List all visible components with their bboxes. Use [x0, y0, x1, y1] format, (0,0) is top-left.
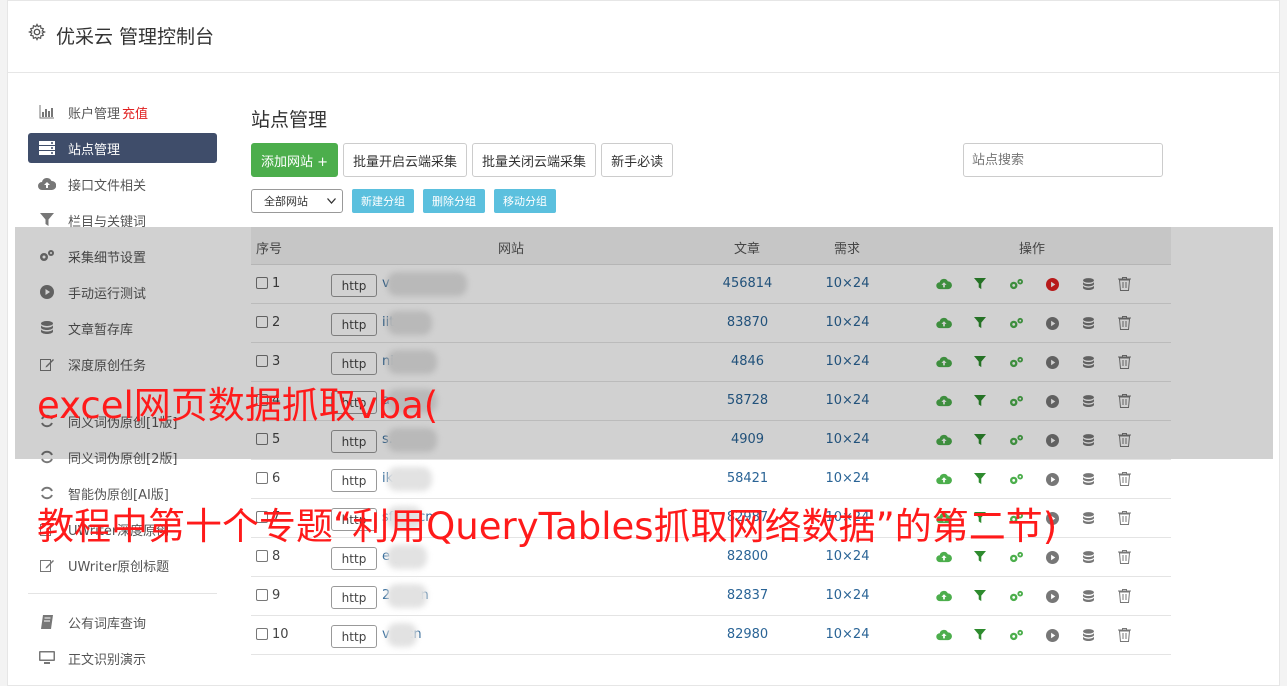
filter-icon: [38, 212, 56, 228]
book-icon: [38, 614, 56, 630]
redaction-blur: [387, 584, 427, 608]
gears-icon[interactable]: [1008, 549, 1024, 565]
article-count[interactable]: 82800: [711, 549, 784, 564]
database-icon[interactable]: [1080, 549, 1096, 565]
protocol-button[interactable]: http: [331, 547, 377, 570]
gear-icon: [28, 23, 46, 41]
sidebar-item-account[interactable]: 账户管理 充值: [28, 97, 217, 127]
new-group-button[interactable]: 新建分组: [352, 189, 414, 213]
redaction-blur: [387, 467, 432, 491]
play-circle-icon[interactable]: [1044, 549, 1060, 565]
database-icon[interactable]: [1080, 510, 1096, 526]
cloud-upload-icon: [38, 176, 56, 192]
database-icon[interactable]: [1080, 627, 1096, 643]
play-circle-icon[interactable]: [1044, 471, 1060, 487]
table-row: 6http ik.cn5842110×24: [251, 460, 1171, 499]
protocol-button[interactable]: http: [331, 625, 377, 648]
batch-enable-button[interactable]: 批量开启云端采集: [343, 143, 468, 177]
sidebar-item-label: 账户管理: [68, 106, 121, 122]
delete-group-button[interactable]: 删除分组: [423, 189, 485, 213]
demand-value[interactable]: 10×24: [811, 549, 884, 564]
protocol-button[interactable]: http: [331, 469, 377, 492]
article-count[interactable]: 82837: [711, 588, 784, 603]
sidebar-item-label: UWriter原创标题: [68, 559, 170, 575]
table-row: 10httpv p.cn8298010×24: [251, 616, 1171, 655]
play-circle-icon[interactable]: [1044, 627, 1060, 643]
gears-icon[interactable]: [1008, 471, 1024, 487]
toolbar: 添加网站 + 批量开启云端采集 批量关闭云端采集 新手必读: [251, 143, 678, 177]
sidebar-item-uwriter-title[interactable]: UWriter原创标题: [28, 550, 217, 580]
trash-icon[interactable]: [1116, 549, 1132, 565]
group-controls: 全部网站 新建分组 删除分组 移动分组: [251, 189, 565, 213]
row-checkbox[interactable]: [256, 628, 268, 640]
demand-value[interactable]: 10×24: [811, 471, 884, 486]
site-search-input[interactable]: [963, 143, 1163, 177]
sidebar-item-text-recognition[interactable]: 正文识别演示: [28, 643, 217, 673]
play-circle-icon[interactable]: [1044, 588, 1060, 604]
trash-icon[interactable]: [1116, 588, 1132, 604]
filter-icon[interactable]: [972, 471, 988, 487]
sidebar-item-sites[interactable]: 站点管理: [28, 133, 217, 163]
table-row: 9http2 az.cn8283710×24: [251, 577, 1171, 616]
trash-icon[interactable]: [1116, 471, 1132, 487]
article-count[interactable]: 82980: [711, 627, 784, 642]
add-site-button[interactable]: 添加网站 +: [251, 143, 339, 177]
chevron-down-icon: [327, 198, 336, 204]
caption-line-2: 教程中第十个专题“利用QueryTables抓取网络数据”的第二节): [37, 505, 1058, 548]
trash-icon[interactable]: [1116, 510, 1132, 526]
group-select[interactable]: 全部网站: [251, 189, 343, 213]
sidebar-item-interface-files[interactable]: 接口文件相关: [28, 169, 217, 199]
cloud-upload-icon[interactable]: [936, 588, 952, 604]
row-number: 6: [272, 471, 281, 486]
filter-icon[interactable]: [972, 588, 988, 604]
sidebar-item-public-lexicon[interactable]: 公有词库查询: [28, 607, 217, 637]
sidebar-item-label: 接口文件相关: [68, 178, 147, 194]
cloud-upload-icon[interactable]: [936, 627, 952, 643]
row-checkbox[interactable]: [256, 550, 268, 562]
demand-value[interactable]: 10×24: [811, 588, 884, 603]
redaction-blur: [387, 623, 417, 647]
monitor-icon: [38, 650, 56, 666]
row-checkbox[interactable]: [256, 589, 268, 601]
row-actions: [936, 549, 1152, 565]
page-title: 站点管理: [251, 109, 328, 131]
beginner-guide-button[interactable]: 新手必读: [601, 143, 674, 177]
row-number: 10: [272, 627, 289, 642]
cloud-upload-icon[interactable]: [936, 471, 952, 487]
row-actions: [936, 627, 1152, 643]
protocol-button[interactable]: http: [331, 586, 377, 609]
sidebar-item-label: 站点管理: [68, 142, 121, 158]
caption-line-1: excel网页数据抓取vba(: [37, 384, 439, 427]
top-header: 优采云 管理控制台: [8, 1, 1279, 73]
edit-icon: [38, 557, 56, 573]
cloud-upload-icon[interactable]: [936, 549, 952, 565]
gears-icon[interactable]: [1008, 627, 1024, 643]
batch-disable-button[interactable]: 批量关闭云端采集: [472, 143, 597, 177]
bar-chart-icon: [38, 104, 56, 120]
app-title: 优采云 管理控制台: [56, 26, 215, 48]
row-number: 9: [272, 588, 281, 603]
move-group-button[interactable]: 移动分组: [494, 189, 556, 213]
server-icon: [38, 140, 56, 156]
row-number: 8: [272, 549, 281, 564]
article-count[interactable]: 58421: [711, 471, 784, 486]
gears-icon[interactable]: [1008, 588, 1024, 604]
group-select-value: 全部网站: [264, 195, 308, 208]
row-actions: [936, 588, 1152, 604]
sidebar-item-label: 公有词库查询: [68, 616, 147, 632]
recharge-link[interactable]: 充值: [122, 103, 148, 122]
sidebar-item-label: 正文识别演示: [68, 652, 147, 668]
trash-icon[interactable]: [1116, 627, 1132, 643]
demand-value[interactable]: 10×24: [811, 627, 884, 642]
database-icon[interactable]: [1080, 588, 1096, 604]
row-checkbox[interactable]: [256, 472, 268, 484]
filter-icon[interactable]: [972, 627, 988, 643]
sidebar-divider: [28, 593, 217, 594]
filter-icon[interactable]: [972, 549, 988, 565]
database-icon[interactable]: [1080, 471, 1096, 487]
row-actions: [936, 471, 1152, 487]
